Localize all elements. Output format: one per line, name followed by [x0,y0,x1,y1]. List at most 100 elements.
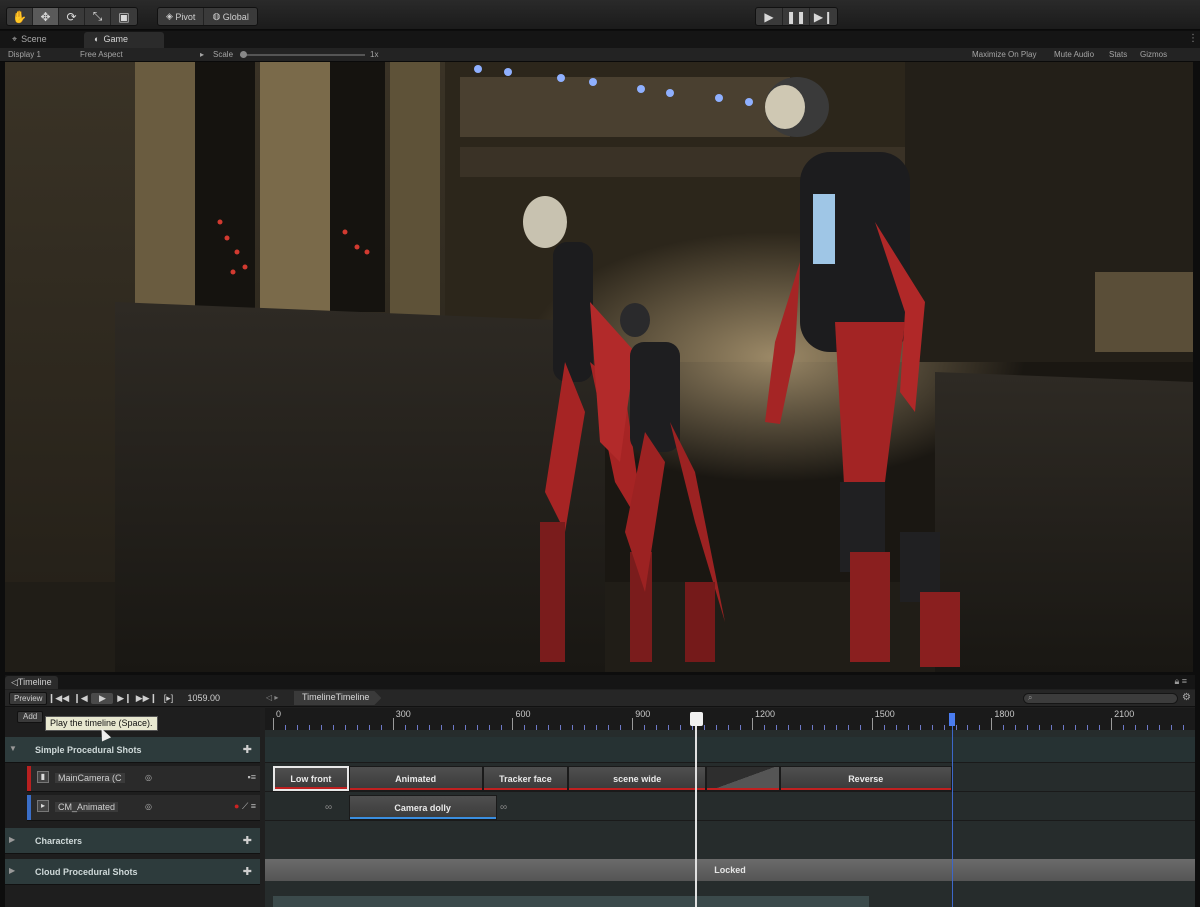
playhead-handle[interactable] [689,712,703,726]
scale-slider[interactable] [240,54,365,56]
preview-button[interactable]: Preview [9,691,48,705]
add-button[interactable]: Add [17,711,44,723]
ruler-minor-tick [955,725,957,730]
nav-arrows-icon[interactable]: ◁ ▸ [266,693,278,702]
timeline-clip[interactable]: Reverse [779,766,952,791]
tab-scene[interactable]: ⌖ Scene [2,32,57,48]
loop-icon[interactable]: [▸] [157,693,179,704]
game-viewport[interactable] [5,62,1193,672]
scale-slider-knob[interactable] [240,51,247,58]
ruler-tick-label: 1800 [994,709,1015,719]
track-color-bar [27,766,31,791]
ruler-minor-tick [404,725,406,730]
mute-audio-toggle[interactable]: Mute Audio [1054,50,1094,59]
transform-tools: ✋ ✥ ⟳ ⤡ ▣ [6,7,138,26]
expand-triangle-icon[interactable]: ▶ [9,866,15,875]
timeline-clip[interactable]: Camera dolly [348,795,497,820]
track-menu-icon[interactable]: ● ⟋ ≡ [234,801,256,812]
timeline-icon: ◁ [11,677,18,687]
pivot-icon: ◈ [166,11,176,21]
goto-start-icon[interactable]: ❙◀◀ [47,693,69,704]
search-input[interactable]: ⌕ [1023,693,1178,704]
hand-icon[interactable]: ✋ [7,8,33,25]
ruler-major-tick [273,718,274,730]
collapse-triangle-icon[interactable]: ▼ [9,744,17,753]
ruler-tick-label: 0 [276,709,282,719]
timeline-clip[interactable]: Animated [348,766,483,791]
pause-icon[interactable]: ❚❚ [783,8,810,25]
pivot-button[interactable]: ◈ Pivot [158,8,205,25]
timeline-clip[interactable]: Tracker face [482,766,569,791]
lane-simple-group [265,737,1195,763]
ruler-minor-tick [560,725,562,730]
ruler-minor-tick [284,725,286,730]
object-picker-icon[interactable]: ◎ [145,802,152,811]
clip-label: Animated [395,773,437,784]
end-marker-handle[interactable] [948,713,955,726]
tab-menu-icon[interactable]: ⋮ [1188,33,1198,44]
playhead[interactable] [694,713,697,907]
add-track-icon[interactable]: ✚ [243,743,252,756]
object-picker-icon[interactable]: ◎ [145,773,152,782]
add-track-icon[interactable]: ✚ [243,865,252,878]
clip-underline [483,788,568,790]
play-icon[interactable]: ▶ [756,8,783,25]
game-icon: ◐ [94,34,100,44]
main-toolbar: ✋ ✥ ⟳ ⤡ ▣ ◈ Pivot ◍ Global ▶ ❚❚ ▶❙ [0,0,1200,30]
display-dropdown[interactable]: Display 1 [8,50,41,59]
aspect-dropdown[interactable]: Free Aspect [80,50,123,59]
ruler-minor-tick [1075,725,1077,730]
global-button[interactable]: ◍ Global [204,8,256,25]
ruler-minor-tick [847,725,849,730]
cloud-group-bar[interactable] [273,896,869,907]
lane-cm-animated: Camera dolly ∞ ∞ [265,795,1195,821]
group-cloud-procedural-shots[interactable]: ▶ Cloud Procedural Shots ✚ [5,859,260,885]
goto-end-icon[interactable]: ▶▶❙ [135,693,157,704]
group-characters[interactable]: ▶ Characters ✚ [5,828,260,854]
track-list: ▼ Simple Procedural Shots ✚ ▮ MainCamera… [5,708,260,907]
gear-icon[interactable]: ⚙ [1182,692,1191,703]
add-track-icon[interactable]: ✚ [243,834,252,847]
group-simple-procedural-shots[interactable]: ▼ Simple Procedural Shots ✚ [5,737,260,763]
ruler-minor-tick [1063,725,1065,730]
move-icon[interactable]: ✥ [33,8,59,25]
ruler-minor-tick [1159,725,1161,730]
timeline-clip[interactable] [706,766,780,791]
tab-timeline[interactable]: ◁Timeline [5,676,58,689]
step-icon[interactable]: ▶❙ [810,8,837,25]
timeline-clip[interactable]: Low front [273,766,349,791]
time-ruler[interactable]: 0 300 600 900 1200 1500 1800 2100 [265,708,1195,730]
expand-triangle-icon[interactable]: ▶ [9,835,15,844]
lock-icon[interactable]: 🔒︎ ≡ [1174,676,1187,687]
timeline-end-marker[interactable] [951,713,953,907]
locked-group-bar[interactable]: Locked [265,859,1195,881]
play-timeline-icon[interactable]: ▶ [91,692,114,704]
rotate-icon[interactable]: ⟳ [59,8,85,25]
time-field[interactable]: 1059.00 [187,693,220,703]
gizmos-dropdown[interactable]: Gizmos [1140,50,1167,59]
ruler-major-tick [991,718,993,730]
timeline-area[interactable]: 0 300 600 900 1200 1500 1800 2100 Low front Anim… [265,708,1195,907]
ruler-minor-tick [1171,725,1173,730]
ruler-minor-tick [883,725,885,730]
ruler-minor-tick [811,725,813,730]
track-menu-icon[interactable]: ▪≡ [248,772,256,782]
clip-underline [780,788,951,790]
infinity-icon: ∞ [500,802,508,813]
timeline-clip[interactable]: scene wide [568,766,707,791]
clip-label: Tracker face [499,773,552,784]
prev-frame-icon[interactable]: ❙◀ [69,693,91,704]
rect-icon[interactable]: ▣ [111,8,137,25]
track-cm-animated[interactable]: ▸ CM_Animated ◎ ● ⟋ ≡ [27,795,260,821]
ruler-tick-label: 600 [515,709,531,719]
scale-icon[interactable]: ⤡ [85,8,111,25]
next-frame-icon[interactable]: ▶❙ [113,693,135,704]
timeline-window: ◁Timeline 🔒︎ ≡ Preview ❙◀◀ ❙◀ ▶ ▶❙ ▶▶❙ [… [5,675,1195,907]
ruler-tick-label: 2100 [1114,709,1135,719]
breadcrumb[interactable]: TimelineTimeline [294,691,382,705]
maximize-on-play-toggle[interactable]: Maximize On Play [972,50,1036,59]
track-maincamera[interactable]: ▮ MainCamera (C ◎ ▪≡ [27,766,260,792]
tab-game[interactable]: ◐ Game [84,32,164,48]
stats-toggle[interactable]: Stats [1109,50,1127,59]
ruler-major-tick [392,718,394,730]
